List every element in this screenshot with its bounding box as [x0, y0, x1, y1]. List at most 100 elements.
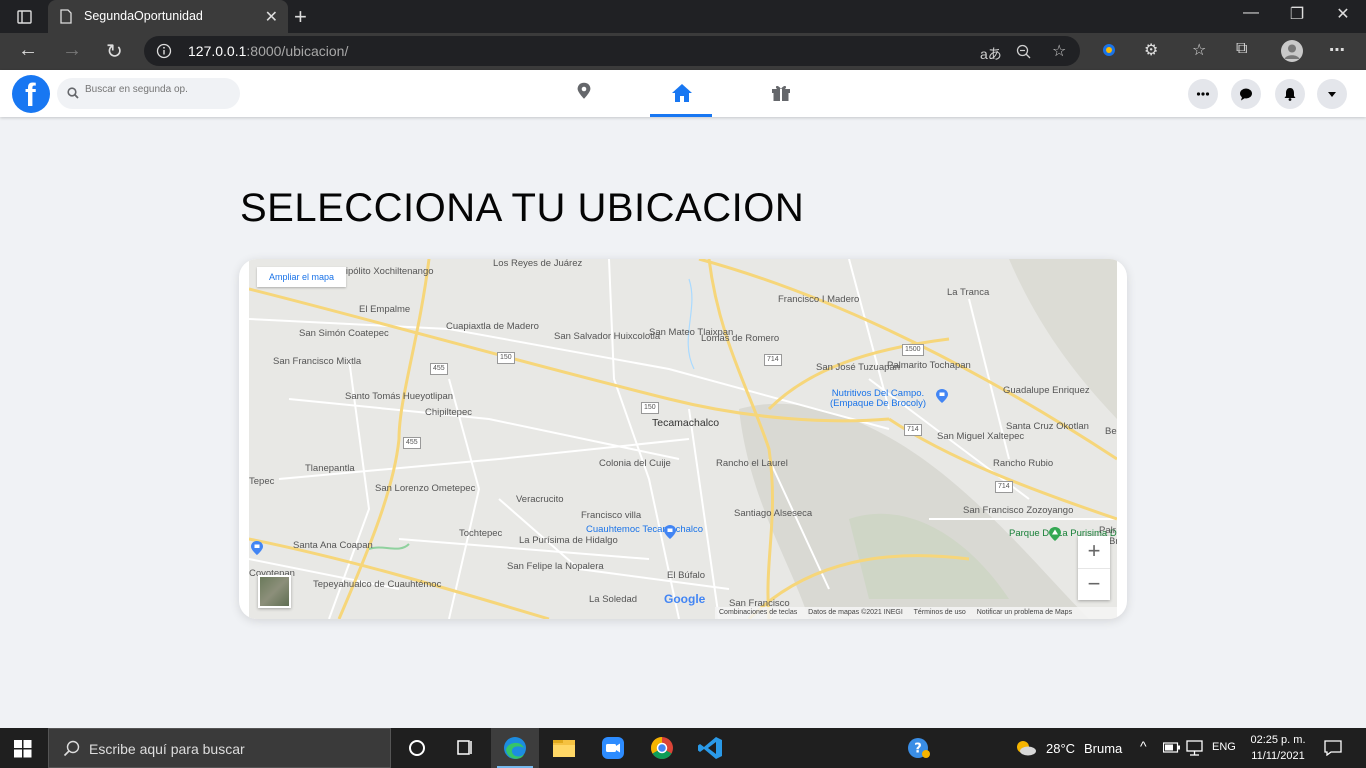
battery-icon[interactable] — [1163, 742, 1181, 754]
place-label: Palr — [1099, 525, 1116, 536]
url-field[interactable]: 127.0.0.1:8000/ubicacion/ aあ ☆ — [144, 36, 1080, 66]
cortana-button[interactable] — [393, 728, 441, 768]
extension-icon[interactable] — [1100, 40, 1118, 60]
place-label: San Miguel Xaltepec — [937, 431, 1025, 442]
google-map[interactable]: Los Reyes de Juárez Hipólito Xochiltenan… — [249, 259, 1117, 619]
facebook-logo[interactable]: f — [12, 75, 50, 113]
park-pin-icon[interactable] — [1049, 527, 1061, 541]
weather-desc[interactable]: Bruma — [1084, 741, 1122, 756]
edge-taskbar-button[interactable] — [491, 728, 539, 768]
place-label: San Lorenzo Ometepec — [375, 483, 476, 494]
taskbar-search[interactable]: Escribe aquí para buscar — [48, 728, 391, 768]
browser-tab[interactable]: SegundaOportunidad ✕ — [48, 0, 288, 33]
tab-gifts[interactable] — [749, 70, 811, 117]
page-icon — [60, 9, 72, 24]
search-icon — [63, 740, 80, 757]
zoom-app-button[interactable] — [589, 728, 637, 768]
close-tab-icon[interactable]: ✕ — [265, 7, 278, 27]
place-label: Santo Tomás Hueyotlipan — [345, 391, 454, 402]
new-tab-icon[interactable]: + — [294, 4, 307, 30]
place-label: Palmarito Tochapan — [887, 360, 971, 371]
profile-avatar[interactable] — [1281, 40, 1303, 62]
weather-icon — [1017, 741, 1036, 756]
vscode-icon — [698, 737, 722, 759]
place-label: Santa Ana Coapan — [293, 540, 373, 551]
enlarge-map-link[interactable]: Ampliar el mapa — [257, 267, 347, 287]
place-label: Francisco villa — [581, 510, 642, 521]
zoom-out-button[interactable]: − — [1078, 568, 1110, 600]
poi-label[interactable]: Cuauhtemoc Tecamachalco — [586, 525, 703, 535]
vscode-button[interactable] — [687, 728, 735, 768]
report-problem-link[interactable]: Notificar un problema de Maps — [977, 609, 1072, 616]
task-view-icon — [457, 740, 472, 755]
place-label: Guadalupe Enriquez — [1003, 385, 1090, 396]
close-window-icon[interactable]: ✕ — [1320, 4, 1366, 24]
store-pin-icon[interactable] — [664, 525, 676, 539]
messenger-button[interactable] — [1231, 79, 1261, 109]
back-icon[interactable]: ← — [18, 39, 38, 62]
road-shield: 150 — [497, 352, 515, 364]
restore-icon[interactable]: ❐ — [1274, 4, 1320, 24]
help-icon[interactable]: ? — [907, 737, 931, 759]
poi-label[interactable]: Nutritivos Del Campo. (Empaque De Brocol… — [823, 389, 933, 409]
extensions-puzzle-icon[interactable]: ⚙ — [1144, 40, 1158, 60]
notifications-button[interactable] — [1275, 79, 1305, 109]
ellipsis-icon — [1196, 92, 1210, 96]
place-label: Hipólito Xochiltenango — [339, 266, 434, 277]
file-explorer-button[interactable] — [540, 728, 588, 768]
site-info-icon[interactable] — [156, 43, 172, 59]
collections-icon[interactable]: ⧉ — [1236, 40, 1247, 58]
favorites-icon[interactable]: ☆ — [1192, 40, 1206, 60]
tab-location[interactable] — [553, 70, 615, 117]
keyboard-shortcuts-link[interactable]: Combinaciones de teclas — [719, 609, 797, 616]
chrome-icon — [651, 737, 673, 759]
search-box[interactable] — [57, 78, 240, 109]
task-view-button[interactable] — [441, 728, 489, 768]
more-options-icon[interactable]: ⋯ — [1329, 40, 1345, 60]
store-pin-icon[interactable] — [936, 389, 948, 403]
place-label: Br — [1109, 536, 1117, 547]
read-aloud-icon[interactable]: aあ — [980, 44, 1002, 64]
clock[interactable]: 02:25 p. m. 11/11/2021 — [1240, 732, 1316, 764]
place-label: El Búfalo — [667, 570, 706, 581]
clock-time: 02:25 p. m. — [1250, 734, 1306, 746]
taskbar-search-placeholder: Escribe aquí para buscar — [89, 741, 245, 757]
road-shield: 714 — [764, 354, 782, 366]
map-attribution: Combinaciones de teclas Datos de mapas ©… — [715, 607, 1117, 619]
place-label: Santa Cruz Okotlan — [1006, 421, 1089, 432]
windows-start-icon[interactable] — [14, 740, 32, 758]
url-host: 127.0.0.1 — [188, 43, 247, 59]
satellite-toggle[interactable] — [258, 575, 291, 608]
refresh-icon[interactable]: ↻ — [106, 39, 123, 64]
browser-tabbar: SegundaOportunidad ✕ + — ❐ ✕ — [0, 0, 1366, 33]
tab-actions-button[interactable] — [8, 6, 40, 28]
store-pin-icon[interactable] — [251, 541, 263, 555]
language-indicator[interactable]: ENG — [1212, 741, 1236, 753]
notification-center-icon[interactable] — [1324, 740, 1342, 756]
place-label: San Salvador Huixcolotla — [554, 331, 661, 342]
caret-down-icon — [1328, 92, 1336, 97]
more-button[interactable] — [1188, 79, 1218, 109]
account-menu-button[interactable] — [1317, 79, 1347, 109]
place-label: Veracrucito — [516, 494, 564, 505]
road-shield: 455 — [403, 437, 421, 449]
place-label: Rancho Rubio — [993, 458, 1054, 469]
place-label: Tecamachalco — [652, 417, 720, 429]
search-input[interactable] — [85, 84, 235, 95]
minimize-icon[interactable]: — — [1228, 4, 1274, 22]
show-hidden-icons-icon[interactable]: ^ — [1140, 738, 1147, 754]
favorite-add-icon[interactable]: ☆ — [1052, 41, 1066, 61]
tab-home[interactable] — [650, 70, 712, 117]
place-label: Be — [1105, 426, 1117, 437]
chrome-button[interactable] — [638, 728, 686, 768]
weather-temp[interactable]: 28°C — [1046, 741, 1075, 756]
place-label: San Francisco Zozoyango — [963, 505, 1074, 516]
forward-icon[interactable]: → — [62, 39, 82, 62]
terms-link[interactable]: Términos de uso — [914, 609, 966, 616]
network-icon[interactable] — [1186, 740, 1204, 756]
place-label: Tepec — [249, 476, 275, 487]
zoom-in-button[interactable]: + — [1078, 536, 1110, 568]
zoom-icon[interactable] — [1016, 44, 1032, 60]
road-shield: 714 — [995, 481, 1013, 493]
folder-icon — [553, 740, 575, 757]
